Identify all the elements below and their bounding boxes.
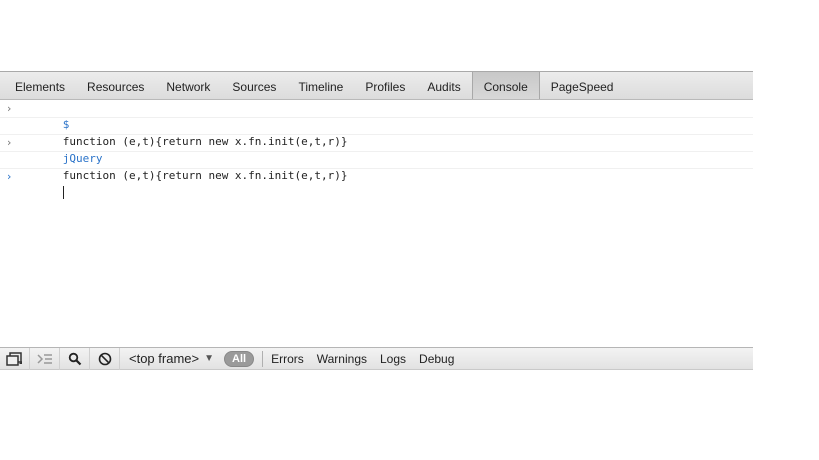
filter-all-button[interactable]: All — [224, 350, 255, 367]
console-result-row: function (e,t){return new x.fn.init(e,t,… — [0, 118, 753, 148]
console-messages[interactable]: › $ function (e,t){return new x.fn.init(e… — [0, 101, 753, 199]
tab-label: Console — [483, 80, 528, 94]
tab-label: Timeline — [298, 80, 344, 94]
tab-audits[interactable]: Audits — [416, 72, 471, 99]
devtools-panel: Elements Resources Network Sources Timel… — [0, 71, 753, 370]
frame-selector-label: <top frame> — [129, 351, 200, 366]
search-button[interactable] — [60, 347, 90, 370]
frame-selector[interactable]: <top frame> ▼ — [120, 348, 222, 369]
dock-icon — [5, 351, 22, 366]
dock-toggle-button[interactable] — [0, 347, 30, 370]
filter-debug-button[interactable]: Debug — [419, 352, 454, 366]
dropdown-triangle-icon: ▼ — [204, 353, 215, 364]
devtools-tab-bar: Elements Resources Network Sources Timel… — [0, 71, 753, 100]
console-prompt-row[interactable]: › — [0, 169, 753, 199]
console-input-row: › $ — [0, 101, 753, 131]
tab-elements[interactable]: Elements — [4, 72, 76, 99]
text-cursor — [62, 185, 64, 199]
show-drawer-icon — [36, 353, 52, 364]
prompt-chevron-icon: › — [7, 102, 12, 115]
tab-label: PageSpeed — [550, 80, 614, 94]
filter-logs-button[interactable]: Logs — [380, 352, 406, 366]
tab-label: Resources — [87, 80, 145, 94]
tab-profiles[interactable]: Profiles — [354, 72, 416, 99]
show-drawer-button[interactable] — [30, 347, 60, 370]
tab-label: Network — [166, 80, 211, 94]
filter-divider — [262, 350, 264, 367]
filter-warnings-button[interactable]: Warnings — [317, 352, 367, 366]
tab-label: Sources — [232, 80, 277, 94]
tab-label: Elements — [15, 80, 66, 94]
tab-sources[interactable]: Sources — [221, 72, 287, 99]
console-input-row: › jQuery — [0, 135, 753, 165]
tab-pagespeed[interactable]: PageSpeed — [540, 72, 625, 99]
console-result-row: function (e,t){return new x.fn.init(e,t,… — [0, 152, 753, 182]
prompt-chevron-icon: › — [7, 170, 12, 183]
tab-resources[interactable]: Resources — [76, 72, 155, 99]
tab-console[interactable]: Console — [471, 72, 540, 99]
tab-network[interactable]: Network — [155, 72, 221, 99]
filter-errors-button[interactable]: Errors — [271, 352, 304, 366]
tab-label: Audits — [427, 80, 461, 94]
clear-console-button[interactable] — [90, 347, 120, 370]
prompt-chevron-icon: › — [7, 136, 12, 149]
tab-timeline[interactable]: Timeline — [287, 72, 354, 99]
tab-label: Profiles — [365, 80, 406, 94]
search-icon — [68, 352, 81, 365]
console-status-bar: <top frame> ▼ All Errors Warnings Logs D… — [0, 347, 753, 370]
clear-icon — [98, 352, 111, 365]
